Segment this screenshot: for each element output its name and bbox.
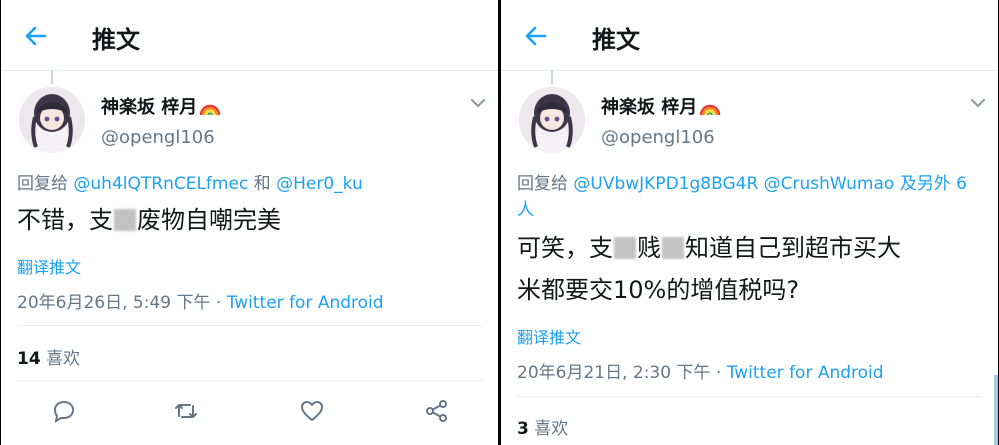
scrollbar[interactable] — [994, 375, 998, 445]
tweet-pane-left: 推文 神楽坂 梓月 @opengl106 回复给 @uh4lQTRnCELfme… — [1, 0, 498, 445]
rainbow-icon — [200, 104, 221, 116]
app-bar: 推文 — [1, 0, 498, 71]
tweet-pane-right: 推文 神楽坂 梓月 @opengl106 回复给 @UVbwJKPD1g8BG4… — [501, 0, 998, 445]
translate-link[interactable]: 翻译推文 — [17, 254, 81, 278]
mention-link[interactable]: @CrushWumao — [764, 174, 895, 194]
retweet-icon[interactable] — [173, 398, 199, 424]
timestamp: 20年6月26日, 5:49 下午 · — [17, 293, 227, 313]
reply-to-line: 回复给 @uh4lQTRnCELfmec 和 @Her0_ku — [17, 171, 363, 197]
client-link[interactable]: Twitter for Android — [227, 293, 384, 313]
page-title: 推文 — [592, 26, 640, 54]
user-handle[interactable]: @opengl106 — [101, 127, 215, 148]
tweet-text: 可笑，支贱知道自己到超市买大 米都要交10%的增值税吗? — [517, 227, 901, 311]
app-bar: 推文 — [501, 0, 998, 71]
avatar[interactable] — [519, 87, 585, 153]
tweet-text-part: 米都要交10%的增值税吗? — [517, 276, 800, 304]
likes-count[interactable]: 3 喜欢 — [517, 414, 568, 439]
timestamp: 20年6月21日, 2:30 下午 · — [517, 363, 727, 383]
back-arrow-icon[interactable] — [23, 23, 49, 49]
mention-link[interactable]: @uh4lQTRnCELfmec — [73, 174, 248, 194]
display-name-text: 神楽坂 梓月 — [101, 97, 198, 118]
censored-mosaic — [114, 209, 136, 231]
tweet-text-part: 可笑，支 — [517, 234, 613, 262]
avatar-illustration — [19, 87, 85, 153]
share-icon[interactable] — [424, 398, 450, 424]
rainbow-icon — [700, 104, 721, 116]
divider — [517, 396, 982, 397]
display-name[interactable]: 神楽坂 梓月 — [101, 93, 221, 119]
reply-prefix: 回复给 — [517, 174, 574, 194]
likes-label: 喜欢 — [528, 419, 569, 439]
mention-link[interactable]: @Her0_ku — [276, 174, 363, 194]
reply-icon[interactable] — [51, 398, 77, 424]
mention-joiner: 和 — [248, 174, 277, 194]
censored-mosaic — [662, 237, 684, 259]
avatar-illustration — [519, 87, 585, 153]
likes-count[interactable]: 14 喜欢 — [17, 344, 80, 369]
page-title: 推文 — [92, 26, 140, 54]
tweet-meta: 20年6月26日, 5:49 下午 · Twitter for Android — [17, 288, 384, 313]
display-name[interactable]: 神楽坂 梓月 — [601, 93, 721, 119]
thread-line — [551, 70, 553, 84]
reply-to-line: 回复给 @UVbwJKPD1g8BG4R @CrushWumao 及另外 6 人 — [517, 171, 984, 223]
avatar[interactable] — [19, 87, 85, 153]
chevron-down-icon[interactable] — [470, 98, 486, 108]
mention-link[interactable]: @UVbwJKPD1g8BG4R — [573, 174, 758, 194]
thread-line — [51, 70, 53, 84]
tweet-meta: 20年6月21日, 2:30 下午 · Twitter for Android — [517, 358, 884, 383]
client-link[interactable]: Twitter for Android — [727, 363, 884, 383]
chevron-down-icon[interactable] — [970, 98, 986, 108]
likes-label: 喜欢 — [40, 349, 81, 369]
translate-link[interactable]: 翻译推文 — [517, 324, 581, 348]
display-name-text: 神楽坂 梓月 — [601, 97, 698, 118]
reply-prefix: 回复给 — [17, 174, 74, 194]
tweet-text-part: 不错，支 — [17, 206, 113, 234]
divider — [17, 325, 482, 326]
divider — [17, 380, 482, 381]
tweet-text-part: 知道自己到超市买大 — [685, 234, 901, 262]
tweet-text: 不错，支 废物自嘲完美 — [17, 199, 281, 241]
censored-mosaic — [614, 237, 636, 259]
user-handle[interactable]: @opengl106 — [601, 127, 715, 148]
likes-number: 3 — [517, 419, 529, 439]
likes-number: 14 — [17, 349, 41, 369]
tweet-text-part: 废物自嘲完美 — [137, 206, 281, 234]
like-icon[interactable] — [299, 398, 325, 424]
back-arrow-icon[interactable] — [523, 23, 549, 49]
tweet-text-part: 贱 — [637, 234, 661, 262]
